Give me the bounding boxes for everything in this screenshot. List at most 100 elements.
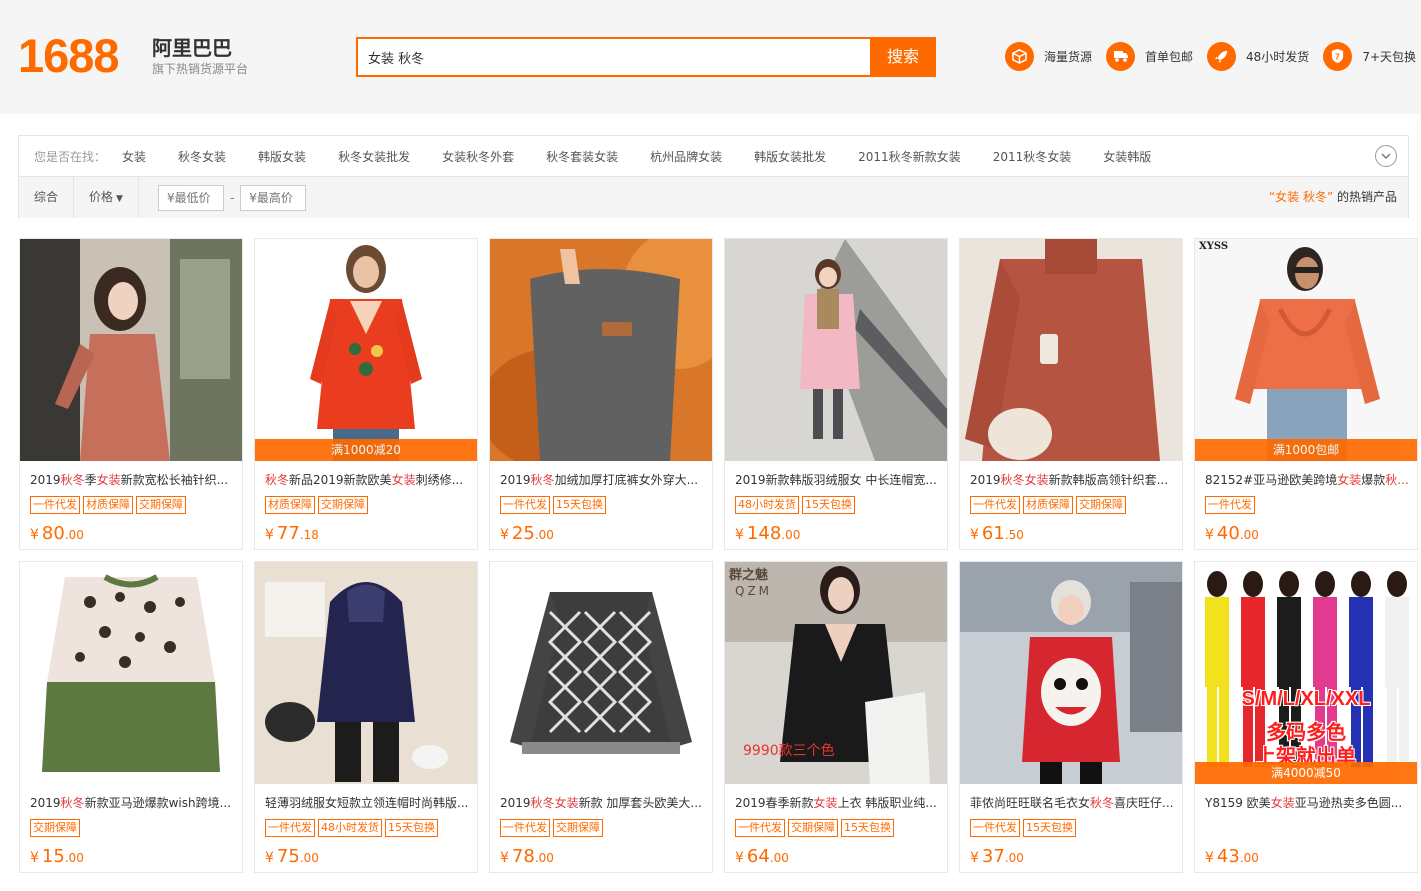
promo-banner: 满1000包邮	[1195, 439, 1417, 461]
suggestion-item[interactable]: 秋冬女装	[178, 148, 226, 165]
min-price-input[interactable]	[157, 184, 224, 211]
sort-comprehensive[interactable]: 综合	[19, 177, 75, 218]
service-tag: 一件代发	[500, 496, 550, 514]
service-tags: 一件代发 材质保障 交期保障	[970, 496, 1129, 514]
service-tags: 48小时发货 15天包换	[735, 496, 858, 514]
title-text: 爆款	[1361, 473, 1386, 487]
max-price-input[interactable]	[240, 184, 307, 211]
product-title[interactable]: 2019秋冬加绒加厚打底裤女外穿大...	[500, 472, 704, 488]
suggestion-item[interactable]: 女装秋冬外套	[442, 148, 514, 165]
title-text: 新款宽松长袖针织...	[120, 473, 229, 487]
service-tag: 48小时发货	[735, 496, 799, 514]
product-title[interactable]: 2019新款韩版羽绒服女 中长连帽宽...	[735, 472, 939, 488]
feature-label: 7+天包换	[1362, 49, 1417, 64]
product-title[interactable]: 82152#亚马逊欧美跨境女装爆款秋...	[1205, 472, 1409, 488]
feature-item[interactable]: 首单包邮	[1106, 41, 1193, 71]
service-tag: 一件代发	[970, 496, 1020, 514]
product-card[interactable]: 2019新款韩版羽绒服女 中长连帽宽... 48小时发货 15天包换 ¥148.00	[724, 238, 948, 550]
product-image[interactable]	[725, 239, 947, 461]
product-card[interactable]: 2019秋冬新款亚马逊爆款wish跨境... 交期保障 ¥15.00	[19, 561, 243, 873]
box-icon	[1005, 41, 1034, 71]
product-image[interactable]: XYSS 满1000包邮	[1195, 239, 1417, 461]
title-keyword: 女装	[1337, 473, 1362, 487]
chevron-down-icon[interactable]	[1375, 145, 1397, 167]
product-title[interactable]: 2019秋冬新款亚马逊爆款wish跨境...	[30, 795, 234, 811]
product-image[interactable]: 满1000减20	[255, 239, 477, 461]
title-text: 菲侬尚旺旺联名毛衣女	[970, 796, 1091, 810]
logo-1688[interactable]: 1688	[18, 30, 120, 82]
product-card[interactable]: 2019秋冬季女装新款宽松长袖针织... 一件代发 材质保障 交期保障 ¥80.00	[19, 238, 243, 550]
product-title[interactable]: 轻薄羽绒服女短款立领连帽时尚韩版...	[265, 795, 469, 811]
price-integer: 25	[511, 523, 535, 544]
price-integer: 64	[746, 846, 770, 867]
suggestion-item[interactable]: 女装	[122, 148, 146, 165]
sort-price[interactable]: 价格 ▼	[74, 177, 139, 218]
product-card[interactable]: 满1000减20 秋冬新品2019新款欧美女装刺绣修... 材质保障 交期保障 ¥77.…	[254, 238, 478, 550]
search-input[interactable]	[358, 39, 870, 75]
suggestion-item[interactable]: 女装韩版	[1103, 148, 1151, 165]
bottom-strip	[0, 884, 1421, 891]
price-integer: 77	[276, 523, 300, 544]
product-title[interactable]: 秋冬新品2019新款欧美女装刺绣修...	[265, 472, 469, 488]
title-text: 2019	[500, 796, 531, 810]
sort-row: 综合 价格▼ - “女装 秋冬” 的热销产品	[19, 177, 1408, 218]
product-card[interactable]: 2019秋冬女装新款韩版高领针织套... 一件代发 材质保障 交期保障 ¥61.50	[959, 238, 1183, 550]
suggestion-item[interactable]: 韩版女装批发	[754, 148, 826, 165]
product-card[interactable]: 2019秋冬女装新款 加厚套头欧美大... 一件代发 交期保障 ¥78.00	[489, 561, 713, 873]
suggestion-item[interactable]: 韩版女装	[258, 148, 306, 165]
product-card[interactable]: 轻薄羽绒服女短款立领连帽时尚韩版... 一件代发 48小时发货 15天包换 ¥75.00	[254, 561, 478, 873]
product-card[interactable]: 菲侬尚旺旺联名毛衣女秋冬喜庆旺仔... 一件代发 15天包换 ¥37.00	[959, 561, 1183, 873]
product-title[interactable]: Y8159 欧美女装亚马逊热卖多色圆...	[1205, 795, 1409, 811]
suggestion-item[interactable]: 2011秋冬新款女装	[858, 148, 961, 165]
product-image[interactable]	[960, 562, 1182, 784]
product-image[interactable]	[960, 239, 1182, 461]
service-tags: 一件代发 交期保障 15天包换	[735, 819, 897, 837]
service-tag: 15天包换	[802, 496, 855, 514]
service-tag: 材质保障	[1023, 496, 1073, 514]
brand-sub: QZM	[735, 584, 773, 598]
product-card[interactable]: S/M/L/XL/XXL 多码多色 上架就出单 满4000减50 Y8159 欧美女装亚…	[1194, 561, 1418, 873]
price-decimal: .00	[1239, 851, 1259, 865]
price-decimal: .00	[534, 851, 554, 865]
title-text: 上衣 韩版职业纯...	[837, 796, 937, 810]
product-title[interactable]: 2019秋冬季女装新款宽松长袖针织...	[30, 472, 234, 488]
suggestion-item[interactable]: 秋冬女装批发	[338, 148, 410, 165]
product-image[interactable]: 群之魅 QZM 9990款三个色	[725, 562, 947, 784]
product-image[interactable]	[20, 562, 242, 784]
price-range: -	[157, 184, 307, 211]
image-overlay-text: S/M/L/XL/XXL	[1241, 688, 1371, 710]
feature-item[interactable]: 48小时发货	[1207, 41, 1309, 71]
search-box: 搜索	[356, 37, 936, 77]
feature-item[interactable]: 7 7+天包换	[1323, 41, 1417, 71]
service-tag: 材质保障	[83, 496, 133, 514]
product-title[interactable]: 菲侬尚旺旺联名毛衣女秋冬喜庆旺仔...	[970, 795, 1174, 811]
service-tags: 一件代发 15天包换	[500, 496, 609, 514]
service-tag: 15天包换	[1023, 819, 1076, 837]
feature-item[interactable]: 海量货源	[1005, 41, 1092, 71]
product-title[interactable]: 2019秋冬女装新款 加厚套头欧美大...	[500, 795, 704, 811]
product-image[interactable]	[20, 239, 242, 461]
product-image[interactable]	[490, 239, 712, 461]
product-title[interactable]: 2019秋冬女装新款韩版高领针织套...	[970, 472, 1174, 488]
hot-keyword: “女装 秋冬”	[1268, 190, 1334, 204]
suggestion-item[interactable]: 2011秋冬女装	[993, 148, 1072, 165]
service-tags: 一件代发 48小时发货 15天包换	[265, 819, 441, 837]
product-card[interactable]: XYSS 满1000包邮 82152#亚马逊欧美跨境女装爆款秋... 一件代发 ¥40.…	[1194, 238, 1418, 550]
product-price: ¥25.00	[500, 523, 554, 544]
suggestion-item[interactable]: 杭州品牌女装	[650, 148, 722, 165]
search-button[interactable]: 搜索	[870, 37, 936, 77]
product-title[interactable]: 2019春季新款女装上衣 韩版职业纯...	[735, 795, 939, 811]
product-card[interactable]: 2019秋冬加绒加厚打底裤女外穿大... 一件代发 15天包换 ¥25.00	[489, 238, 713, 550]
product-image[interactable]	[255, 562, 477, 784]
product-card[interactable]: 群之魅 QZM 9990款三个色 2019春季新款女装上衣 韩版职业纯... 一件代发交…	[724, 561, 948, 873]
logo-alibaba-text[interactable]: 阿里巴巴	[152, 36, 232, 60]
product-price: ¥61.50	[970, 523, 1024, 544]
price-decimal: .18	[299, 528, 319, 542]
brand-mark: XYSS	[1199, 241, 1229, 252]
title-keyword: 女装	[1024, 473, 1049, 487]
product-image[interactable]: S/M/L/XL/XXL 多码多色 上架就出单 满4000减50	[1195, 562, 1417, 784]
product-image[interactable]	[490, 562, 712, 784]
suggestion-item[interactable]: 秋冬套装女装	[546, 148, 618, 165]
service-tag: 一件代发	[265, 819, 315, 837]
currency-symbol: ¥	[500, 527, 509, 543]
